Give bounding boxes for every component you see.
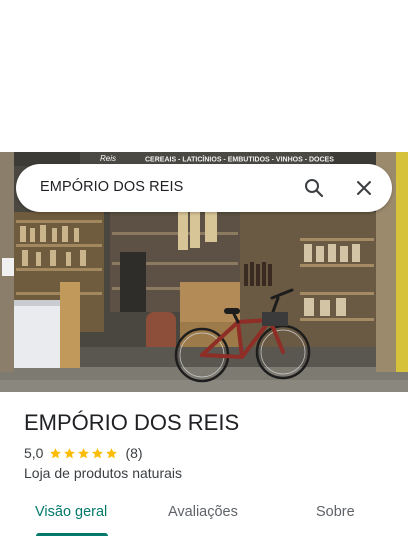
tab-reviews[interactable]: Avaliações [168, 504, 238, 520]
place-title: EMPÓRIO DOS REIS [24, 410, 240, 435]
search-bar[interactable]: EMPÓRIO DOS REIS [16, 164, 392, 212]
review-count[interactable]: (8) [125, 445, 142, 461]
rating-row[interactable]: 5,0 (8) [24, 444, 143, 462]
search-icon[interactable] [302, 176, 326, 200]
tab-overview[interactable]: Visão geral [35, 504, 107, 520]
star-icon [78, 447, 90, 458]
sign-text: CEREAIS - LATICÍNIOS - EMBUTIDOS - VINHO… [145, 155, 334, 164]
star-icon [50, 447, 62, 458]
sign-logo: Reis [100, 154, 116, 163]
rating-value: 5,0 [24, 445, 44, 461]
place-tabs: Visão geral Avaliações Sobre [0, 496, 408, 536]
map-blank-area [0, 0, 408, 152]
search-input[interactable]: EMPÓRIO DOS REIS [40, 179, 183, 195]
tab-about[interactable]: Sobre [316, 504, 355, 520]
active-tab-indicator [36, 533, 108, 536]
star-rating [49, 447, 119, 460]
star-icon [106, 447, 118, 458]
star-icon [92, 447, 104, 458]
place-category[interactable]: Loja de produtos naturais [24, 465, 182, 481]
star-icon [64, 447, 76, 458]
close-icon[interactable] [352, 176, 376, 200]
